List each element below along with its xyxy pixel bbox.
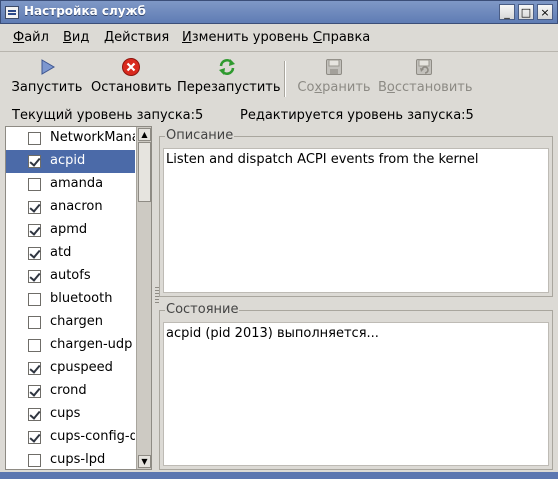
save-label: Сохранить <box>297 80 371 95</box>
play-icon <box>41 59 55 75</box>
stop-button[interactable]: Остановить <box>91 56 172 100</box>
current-runlevel-label: Текущий уровень запуска:5 <box>12 108 204 123</box>
restart-button[interactable]: Перезапустить <box>177 56 281 100</box>
menu-actions[interactable]: Действия <box>104 30 169 45</box>
revert-button[interactable]: Восстановить <box>378 56 473 100</box>
window-bottom-edge <box>0 472 558 479</box>
service-checkbox[interactable] <box>28 408 41 421</box>
maximize-icon: □ <box>520 5 532 19</box>
menu-help[interactable]: Справка <box>313 30 370 45</box>
close-icon: × <box>540 5 550 19</box>
start-label: Запустить <box>11 80 83 95</box>
service-checkbox[interactable] <box>28 431 41 444</box>
description-frame: Описание Listen and dispatch ACPI events… <box>159 128 553 297</box>
service-name: cups <box>50 406 81 421</box>
service-name: autofs <box>50 268 91 283</box>
scroll-thumb[interactable] <box>138 142 151 202</box>
service-checkbox[interactable] <box>28 316 41 329</box>
service-checkbox[interactable] <box>28 132 41 145</box>
service-checkbox[interactable] <box>28 155 41 168</box>
close-button[interactable]: × <box>537 4 553 20</box>
minimize-icon: _ <box>504 5 510 19</box>
window-title: Настройка служб <box>24 4 146 18</box>
service-checkbox[interactable] <box>28 385 41 398</box>
save-button[interactable]: Сохранить <box>296 56 372 100</box>
service-name: cpuspeed <box>50 360 113 375</box>
revert-icon <box>416 59 432 75</box>
service-checkbox[interactable] <box>28 247 41 260</box>
service-name: apmd <box>50 222 88 237</box>
start-button[interactable]: Запустить <box>10 56 84 100</box>
save-icon <box>326 59 342 75</box>
scroll-up-arrow[interactable]: ▲ <box>138 128 151 141</box>
toolbar: Запустить Остановить Перезапустить Сохра… <box>0 52 558 102</box>
service-checkbox[interactable] <box>28 270 41 283</box>
service-name: atd <box>50 245 72 260</box>
title-bar[interactable]: Настройка служб _ □ × <box>0 0 558 24</box>
service-name: chargen <box>50 314 103 329</box>
list-item[interactable]: autofs <box>6 265 135 288</box>
restart-label: Перезапустить <box>177 80 281 95</box>
service-checkbox[interactable] <box>28 224 41 237</box>
list-item[interactable]: chargen-udp <box>6 334 135 357</box>
service-name: acpid <box>50 153 86 168</box>
service-name: cups-config-daemon <box>50 429 135 444</box>
list-item[interactable]: NetworkManager <box>6 127 135 150</box>
stop-label: Остановить <box>91 80 172 95</box>
toolbar-separator <box>284 61 286 97</box>
list-item[interactable]: cups-config-daemon <box>6 426 135 449</box>
list-item[interactable]: amanda <box>6 173 135 196</box>
maximize-button[interactable]: □ <box>518 4 534 20</box>
service-checkbox[interactable] <box>28 362 41 375</box>
menu-view[interactable]: Вид <box>63 30 89 45</box>
scroll-down-arrow[interactable]: ▼ <box>138 455 151 468</box>
list-item[interactable]: cups <box>6 403 135 426</box>
service-list-scrollbar[interactable]: ▲ ▼ <box>136 127 151 469</box>
app-icon <box>5 6 19 19</box>
list-item[interactable]: chargen <box>6 311 135 334</box>
chevron-down-icon: ▼ <box>141 456 148 466</box>
service-checkbox[interactable] <box>28 201 41 214</box>
menu-change-runlevel[interactable]: Изменить уровень <box>182 30 309 45</box>
list-item[interactable]: atd <box>6 242 135 265</box>
list-item[interactable]: cups-lpd <box>6 449 135 469</box>
service-checkbox[interactable] <box>28 339 41 352</box>
minimize-button[interactable]: _ <box>499 4 515 20</box>
revert-label: Восстановить <box>378 80 473 95</box>
service-name: anacron <box>50 199 103 214</box>
list-item[interactable]: apmd <box>6 219 135 242</box>
description-text: Listen and dispatch ACPI events from the… <box>163 148 549 293</box>
service-checkbox[interactable] <box>28 178 41 191</box>
restart-icon <box>219 59 235 75</box>
list-item[interactable]: cpuspeed <box>6 357 135 380</box>
list-item[interactable]: acpid <box>6 150 135 173</box>
service-name: amanda <box>50 176 104 191</box>
service-checkbox[interactable] <box>28 454 41 467</box>
service-name: bluetooth <box>50 291 113 306</box>
list-item[interactable]: anacron <box>6 196 135 219</box>
service-name: cups-lpd <box>50 452 106 467</box>
stop-icon <box>122 58 140 76</box>
editing-runlevel-label: Редактируется уровень запуска:5 <box>240 108 474 123</box>
state-frame: Состояние acpid (pid 2013) выполняется..… <box>159 302 553 470</box>
list-item[interactable]: bluetooth <box>6 288 135 311</box>
service-name: crond <box>50 383 87 398</box>
menu-file[interactable]: Файл <box>13 30 49 45</box>
state-heading: Состояние <box>165 302 240 317</box>
service-list[interactable]: NetworkManager acpid amanda anacron apmd atd a… <box>5 126 152 470</box>
service-checkbox[interactable] <box>28 293 41 306</box>
service-name: NetworkManager <box>50 130 135 145</box>
chevron-up-icon: ▲ <box>141 129 148 139</box>
state-text: acpid (pid 2013) выполняется... <box>163 322 549 466</box>
list-item[interactable]: crond <box>6 380 135 403</box>
description-heading: Описание <box>165 128 235 143</box>
menu-bar: Файл Вид Действия Изменить уровень Справ… <box>0 24 558 52</box>
service-name: chargen-udp <box>50 337 133 352</box>
